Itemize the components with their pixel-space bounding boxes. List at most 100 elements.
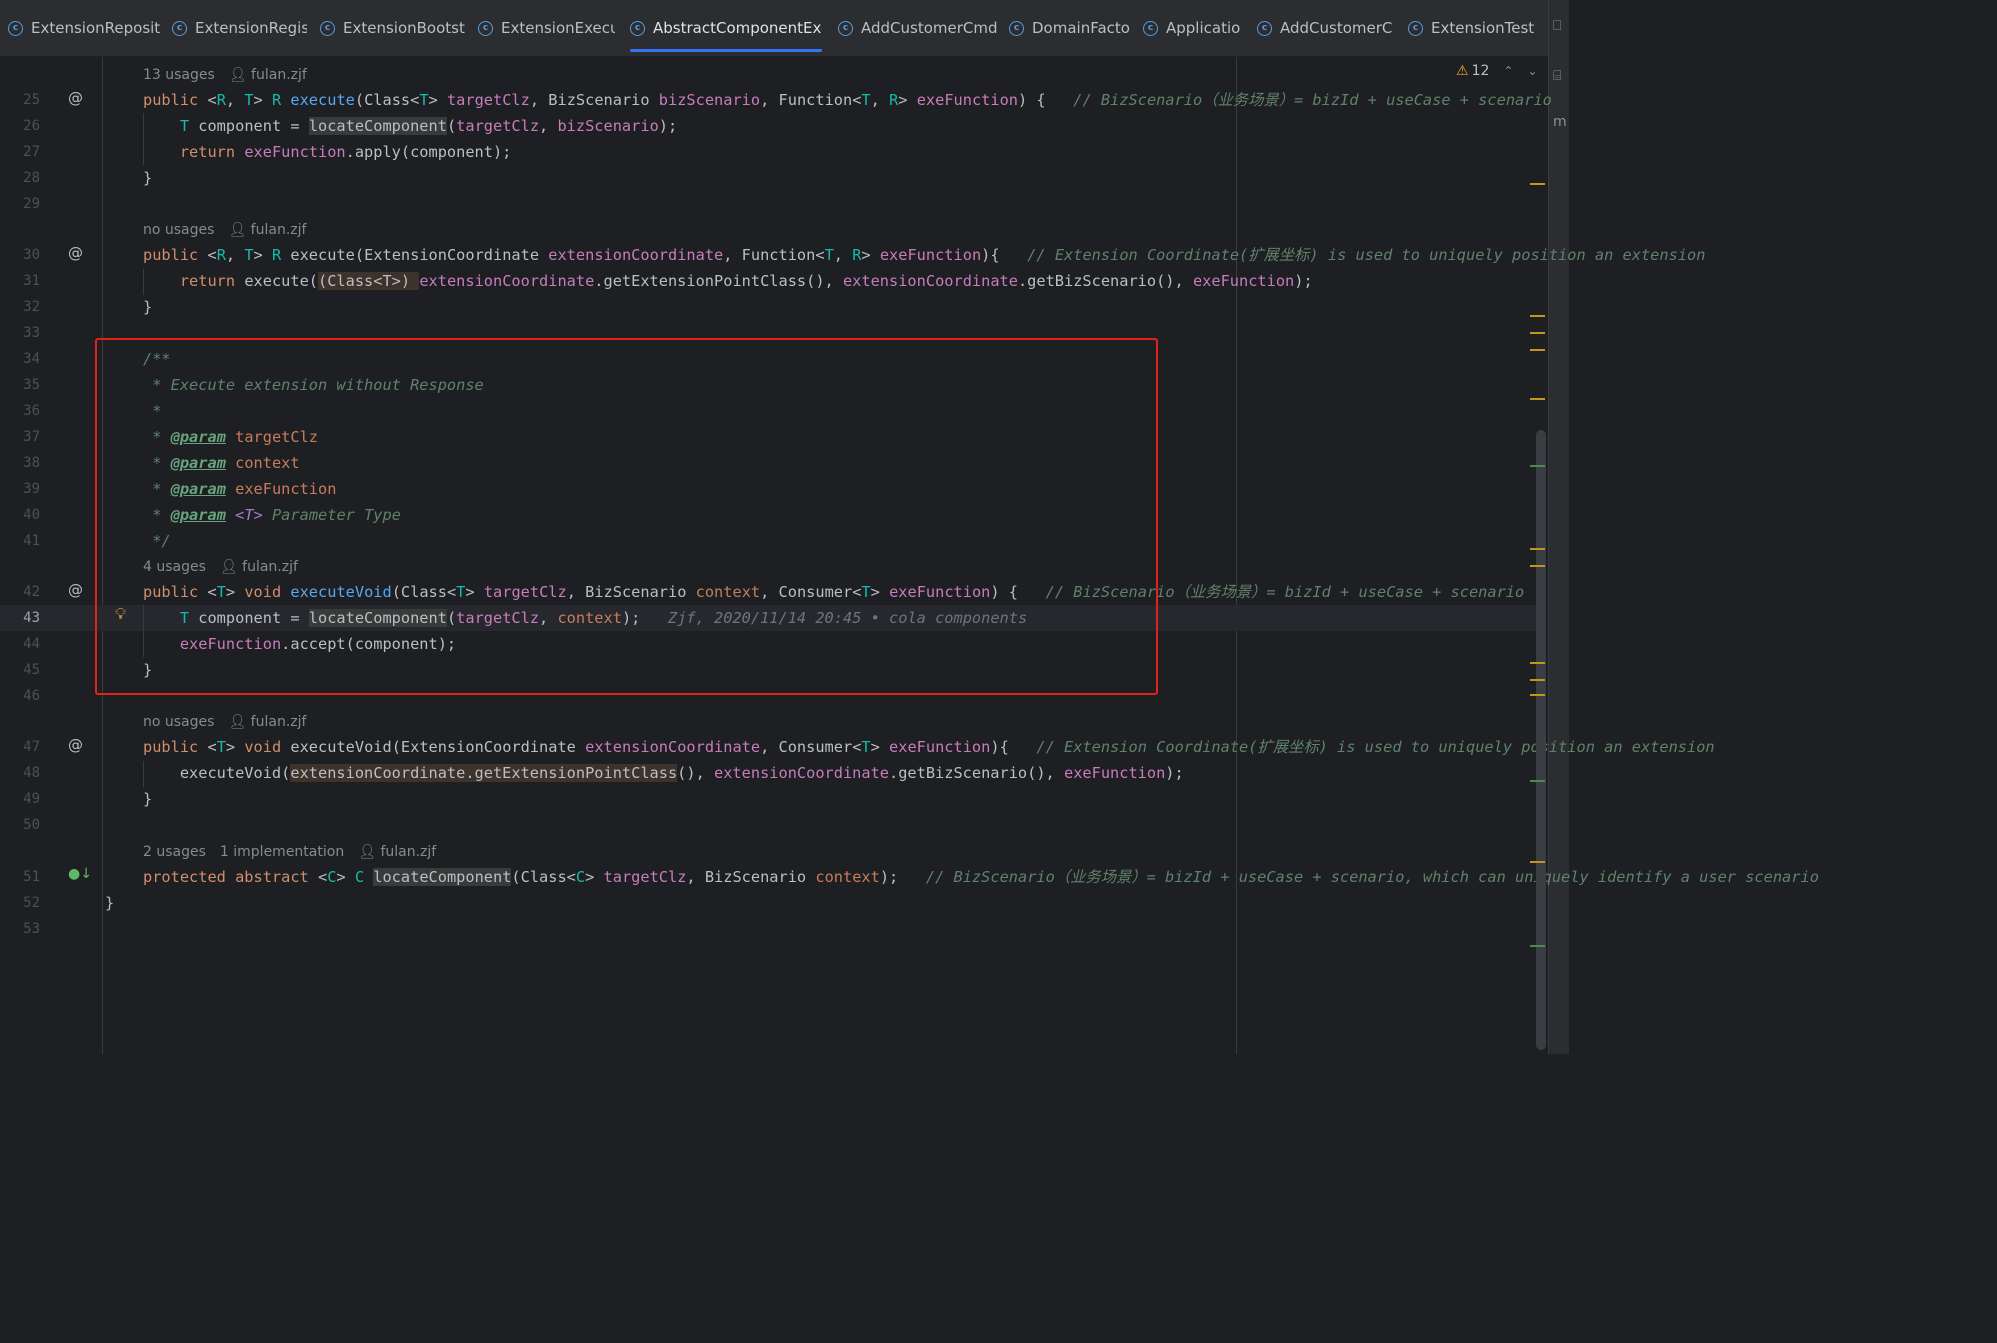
warning-marker[interactable]: [1530, 662, 1545, 664]
warning-marker[interactable]: [1530, 861, 1545, 863]
code-line[interactable]: 27 return exeFunction.apply(component);: [0, 139, 1536, 165]
change-marker[interactable]: [1530, 945, 1545, 947]
code-text[interactable]: exeFunction.accept(component);: [143, 631, 456, 657]
code-text[interactable]: }: [143, 786, 152, 812]
tab-add-customer-cmd[interactable]: c AddCustomerCmd: [838, 0, 998, 56]
code-line[interactable]: 42 public <T> void executeVoid(Class<T> t…: [0, 579, 1536, 605]
warning-marker[interactable]: [1530, 679, 1545, 681]
code-line[interactable]: 46: [0, 683, 1536, 709]
code-line[interactable]: 25 public <R, T> R execute(Class<T> targe…: [0, 87, 1552, 113]
code-line[interactable]: 36 *: [0, 398, 1536, 424]
code-text[interactable]: * @param targetClz: [143, 424, 318, 450]
author-hint[interactable]: 👤︎ fulan.zjf: [228, 714, 306, 730]
at-override-icon[interactable]: @: [68, 89, 83, 107]
code-line[interactable]: 33: [0, 320, 1536, 346]
line-number[interactable]: 51: [0, 864, 40, 890]
author-hint[interactable]: 👤︎ fulan.zjf: [228, 222, 306, 238]
line-number[interactable]: 52: [0, 890, 40, 916]
code-line[interactable]: 44 exeFunction.accept(component);: [0, 631, 1536, 657]
code-line[interactable]: 43 T component = locateComponent(targetC…: [0, 605, 1536, 631]
code-line[interactable]: 40 * @param <T> Parameter Type: [0, 502, 1536, 528]
vertical-scrollbar[interactable]: [1536, 430, 1546, 1050]
warning-marker[interactable]: [1530, 332, 1545, 334]
line-number[interactable]: 50: [0, 812, 40, 838]
line-number[interactable]: 35: [0, 372, 40, 398]
tab-domain-factory[interactable]: c DomainFacto: [1009, 0, 1131, 56]
code-text[interactable]: T component = locateComponent(targetClz,…: [143, 113, 677, 139]
line-number[interactable]: 32: [0, 294, 40, 320]
code-line[interactable]: 47 public <T> void executeVoid(ExtensionC…: [0, 734, 1715, 760]
line-number[interactable]: 36: [0, 398, 40, 424]
code-text[interactable]: }: [105, 890, 114, 916]
line-number[interactable]: 30: [0, 242, 40, 268]
code-text[interactable]: public <T> void executeVoid(Class<T> tar…: [143, 579, 1524, 605]
tab-abstract-component-executor[interactable]: c AbstractComponentExe: [630, 0, 822, 56]
tab-extension-registry[interactable]: c ExtensionRegis: [172, 0, 307, 56]
code-line[interactable]: 48 executeVoid(extensionCoordinate.getEx…: [0, 760, 1536, 786]
code-text[interactable]: public <R, T> R execute(Class<T> targetC…: [143, 87, 1552, 113]
code-text[interactable]: /**: [143, 346, 171, 372]
line-number[interactable]: 48: [0, 760, 40, 786]
tab-application[interactable]: c Applicatio: [1143, 0, 1243, 56]
tab-extension-bootstrap[interactable]: c ExtensionBootst: [320, 0, 466, 56]
code-text[interactable]: * @param context: [143, 450, 299, 476]
code-line[interactable]: 28}: [0, 165, 1536, 191]
usages-inlay-47[interactable]: no usages 👤︎ fulan.zjf: [143, 711, 306, 733]
code-line[interactable]: 34 /**: [0, 346, 1536, 372]
warning-marker[interactable]: [1530, 315, 1545, 317]
at-override-icon[interactable]: @: [68, 581, 83, 599]
code-line[interactable]: 50: [0, 812, 1536, 838]
author-hint[interactable]: 👤︎ fulan.zjf: [358, 844, 436, 860]
at-override-icon[interactable]: @: [68, 244, 83, 262]
next-highlight-arrow-icon[interactable]: ⌄: [1527, 64, 1537, 78]
change-marker[interactable]: [1530, 780, 1545, 782]
code-text[interactable]: T component = locateComponent(targetClz,…: [143, 605, 1027, 631]
line-number[interactable]: 53: [0, 916, 40, 942]
line-number[interactable]: 29: [0, 191, 40, 217]
line-number[interactable]: 47: [0, 734, 40, 760]
code-line[interactable]: 38 * @param context: [0, 450, 1536, 476]
line-number[interactable]: 45: [0, 657, 40, 683]
code-line[interactable]: 51 protected abstract <C> C locateCompone…: [0, 864, 1819, 890]
code-text[interactable]: * @param <T> Parameter Type: [143, 502, 401, 528]
usages-count[interactable]: 2 usages: [143, 844, 206, 860]
change-marker[interactable]: [1530, 465, 1545, 467]
code-text[interactable]: protected abstract <C> C locateComponent…: [143, 864, 1819, 890]
code-line[interactable]: 30 public <R, T> R execute(ExtensionCoord…: [0, 242, 1705, 268]
code-text[interactable]: return execute((Class<T>) extensionCoord…: [143, 268, 1313, 294]
implemented-down-icon[interactable]: ●↓: [68, 866, 92, 882]
warning-marker[interactable]: [1530, 183, 1545, 185]
code-text[interactable]: }: [143, 657, 152, 683]
tab-add-customer-cmd-exe[interactable]: c AddCustomerC: [1257, 0, 1393, 56]
code-line[interactable]: 26 T component = locateComponent(targetC…: [0, 113, 1536, 139]
usages-inlay-30[interactable]: no usages 👤︎ fulan.zjf: [143, 219, 306, 241]
line-number[interactable]: 49: [0, 786, 40, 812]
code-text[interactable]: }: [143, 165, 152, 191]
line-number[interactable]: 38: [0, 450, 40, 476]
database-icon[interactable]: ⌸: [1553, 68, 1561, 84]
code-line[interactable]: 31 return execute((Class<T>) extensionCo…: [0, 268, 1536, 294]
code-line[interactable]: 52}: [0, 890, 1536, 916]
notifications-icon[interactable]: ⎕: [1553, 18, 1561, 34]
usages-inlay-25[interactable]: 13 usages 👤︎ fulan.zjf: [143, 64, 307, 86]
line-number[interactable]: 37: [0, 424, 40, 450]
author-hint[interactable]: 👤︎ fulan.zjf: [229, 67, 307, 83]
code-text[interactable]: return exeFunction.apply(component);: [143, 139, 512, 165]
usages-count[interactable]: no usages: [143, 714, 214, 730]
tab-extension-test[interactable]: c ExtensionTest: [1408, 0, 1544, 56]
warning-marker[interactable]: [1530, 548, 1545, 550]
usages-count[interactable]: no usages: [143, 222, 214, 238]
code-line[interactable]: 49}: [0, 786, 1536, 812]
previous-highlight-arrow-icon[interactable]: ⌃: [1503, 64, 1513, 78]
line-number[interactable]: 42: [0, 579, 40, 605]
code-text[interactable]: *: [143, 398, 161, 424]
code-text[interactable]: public <R, T> R execute(ExtensionCoordin…: [143, 242, 1705, 268]
usages-count[interactable]: 13 usages: [143, 67, 215, 83]
usages-inlay-51[interactable]: 2 usages 1 implementation 👤︎ fulan.zjf: [143, 841, 436, 863]
code-line[interactable]: 45}: [0, 657, 1536, 683]
line-number[interactable]: 27: [0, 139, 40, 165]
warning-marker[interactable]: [1530, 349, 1545, 351]
code-line[interactable]: 32}: [0, 294, 1536, 320]
code-line[interactable]: 29: [0, 191, 1536, 217]
code-line[interactable]: 41 */: [0, 528, 1536, 554]
